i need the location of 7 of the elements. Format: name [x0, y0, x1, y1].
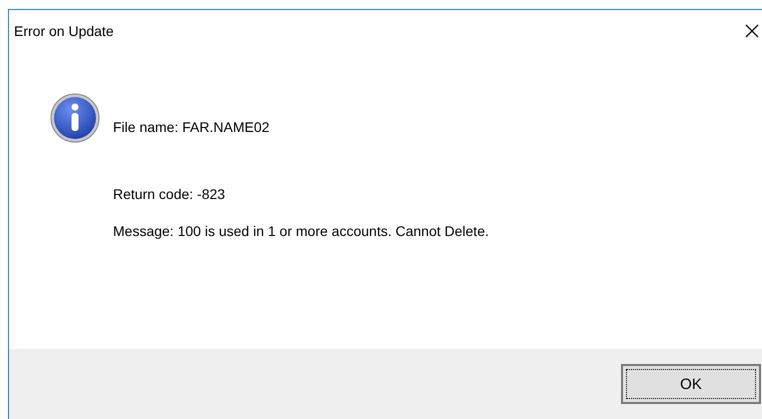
info-icon	[49, 92, 101, 144]
ok-button[interactable]: OK	[621, 364, 761, 404]
close-icon[interactable]	[745, 24, 759, 38]
message-text: File name: FAR.NAME02	[113, 119, 270, 135]
window-title: Error on Update	[14, 23, 114, 39]
message-text: Message: 100 is used in 1 or more accounts. Cannot Delete.	[113, 223, 489, 239]
message-text: Return code: -823	[113, 186, 226, 202]
